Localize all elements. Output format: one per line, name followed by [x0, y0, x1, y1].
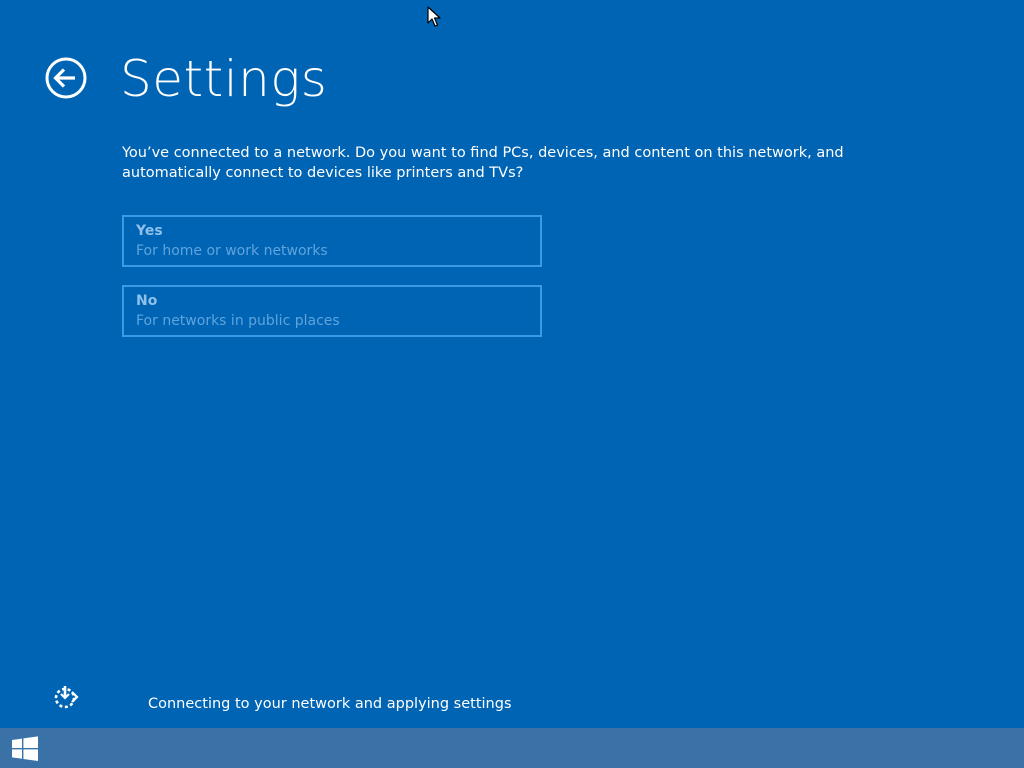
mouse-pointer-icon: [427, 6, 441, 28]
start-button[interactable]: [10, 736, 40, 762]
back-button[interactable]: [45, 57, 87, 99]
no-option-button[interactable]: No For networks in public places: [122, 285, 542, 337]
network-activity-icon: [52, 683, 80, 711]
yes-option-subtitle: For home or work networks: [136, 243, 328, 259]
no-option-title: No: [136, 293, 158, 309]
taskbar: [0, 728, 1024, 768]
yes-option-title: Yes: [136, 223, 163, 239]
page-title: Settings: [120, 50, 328, 108]
no-option-subtitle: For networks in public places: [136, 313, 340, 329]
windows-logo-icon: [12, 736, 38, 761]
status-text: Connecting to your network and applying …: [148, 696, 512, 712]
yes-option-button[interactable]: Yes For home or work networks: [122, 215, 542, 267]
back-arrow-circle-icon: [45, 57, 87, 99]
network-discovery-prompt: You’ve connected to a network. Do you wa…: [122, 145, 844, 181]
